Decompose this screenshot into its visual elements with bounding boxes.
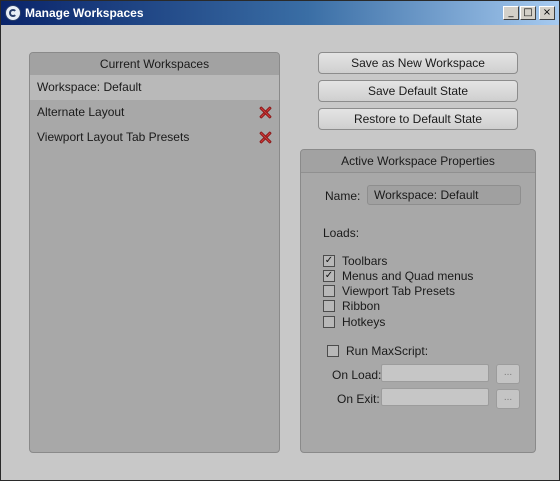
checkbox-label: Ribbon xyxy=(342,299,381,313)
hotkeys-checkbox[interactable] xyxy=(323,316,335,328)
active-workspace-properties-panel: Active Workspace Properties Name: Worksp… xyxy=(300,149,536,453)
maximize-button[interactable]: □ xyxy=(520,6,536,20)
checkbox-label: Viewport Tab Presets xyxy=(342,284,455,298)
workspace-list: Workspace: Default Alternate Layout View… xyxy=(30,75,279,452)
loads-label: Loads: xyxy=(323,226,360,240)
on-load-field[interactable] xyxy=(381,364,489,382)
current-workspaces-panel: Current Workspaces Workspace: Default Al… xyxy=(29,52,280,453)
checkbox-label: Toolbars xyxy=(342,254,388,268)
on-exit-label: On Exit: xyxy=(337,392,380,406)
delete-icon[interactable] xyxy=(259,106,271,118)
run-maxscript-checkbox[interactable] xyxy=(327,345,339,357)
toolbars-checkbox[interactable]: ✓ xyxy=(323,255,335,267)
save-default-state-button[interactable]: Save Default State xyxy=(318,80,518,102)
restore-default-state-button[interactable]: Restore to Default State xyxy=(318,108,518,130)
close-button[interactable]: × xyxy=(539,6,555,20)
ribbon-checkbox[interactable] xyxy=(323,300,335,312)
on-exit-field[interactable] xyxy=(381,388,489,406)
current-workspaces-header: Current Workspaces xyxy=(30,53,279,76)
app-logo-icon xyxy=(5,5,21,21)
workspace-item-label: Alternate Layout xyxy=(37,105,125,119)
manage-workspaces-window: Manage Workspaces _ □ × Current Workspac… xyxy=(0,0,560,481)
checkbox-label: Hotkeys xyxy=(342,315,386,329)
on-exit-browse-button[interactable]: ... xyxy=(496,389,520,409)
checkbox-label: Menus and Quad menus xyxy=(342,269,474,283)
on-load-label: On Load: xyxy=(332,368,382,382)
minimize-button[interactable]: _ xyxy=(503,6,519,20)
name-label: Name: xyxy=(325,189,361,203)
properties-header: Active Workspace Properties xyxy=(301,150,535,173)
workspace-item-label: Workspace: Default xyxy=(37,80,142,94)
window-title: Manage Workspaces xyxy=(25,6,144,20)
viewport-tab-presets-checkbox[interactable] xyxy=(323,285,335,297)
save-as-new-workspace-button[interactable]: Save as New Workspace xyxy=(318,52,518,74)
checkbox-label: Run MaxScript: xyxy=(346,344,429,358)
workspace-name-field[interactable]: Workspace: Default xyxy=(367,185,521,205)
workspace-item-label: Viewport Layout Tab Presets xyxy=(37,130,190,144)
workspace-item-alternate-layout[interactable]: Alternate Layout xyxy=(30,100,279,125)
workspace-item-viewport-layout-tab-presets[interactable]: Viewport Layout Tab Presets xyxy=(30,125,279,150)
workspace-item-default[interactable]: Workspace: Default xyxy=(30,75,279,100)
delete-icon[interactable] xyxy=(259,131,271,143)
menus-checkbox[interactable]: ✓ xyxy=(323,270,335,282)
title-bar[interactable]: Manage Workspaces _ □ × xyxy=(1,1,559,25)
on-load-browse-button[interactable]: ... xyxy=(496,364,520,384)
